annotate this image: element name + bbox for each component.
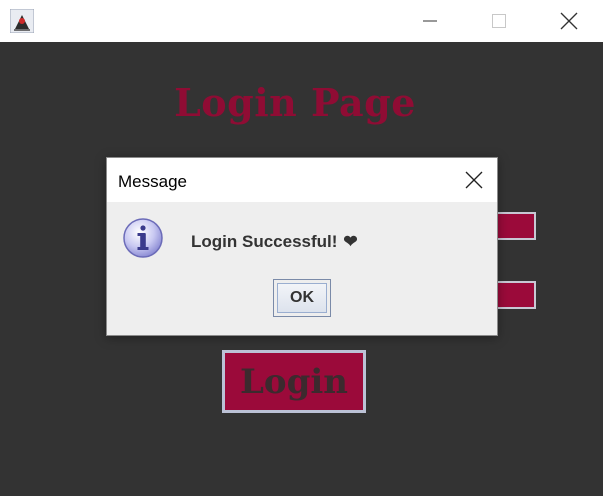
dialog-message: Login Successful! ❤ xyxy=(191,232,358,252)
dialog-title: Message xyxy=(118,172,187,191)
info-icon xyxy=(123,218,163,258)
close-icon xyxy=(560,12,578,30)
message-text: Login Successful! xyxy=(191,232,338,251)
minimize-button[interactable] xyxy=(407,0,453,42)
window-titlebar xyxy=(0,0,603,42)
login-button[interactable]: Login xyxy=(222,350,366,413)
ok-button[interactable]: OK xyxy=(273,279,331,317)
maximize-button[interactable] xyxy=(476,0,522,42)
close-button[interactable] xyxy=(546,0,592,42)
ok-button-label: OK xyxy=(290,289,314,306)
close-icon xyxy=(465,171,483,189)
heart-icon: ❤ xyxy=(343,232,358,251)
java-duke-icon xyxy=(10,9,34,33)
page-title: Login Page xyxy=(174,80,416,125)
dialog-titlebar: Message xyxy=(107,158,497,202)
minimize-icon xyxy=(423,20,437,22)
message-dialog: Message Login Successful! ❤ OK xyxy=(106,157,498,336)
dialog-close-button[interactable] xyxy=(457,164,491,196)
maximize-icon xyxy=(492,14,506,28)
login-button-label: Login xyxy=(240,361,348,402)
ok-button-face: OK xyxy=(277,283,327,313)
